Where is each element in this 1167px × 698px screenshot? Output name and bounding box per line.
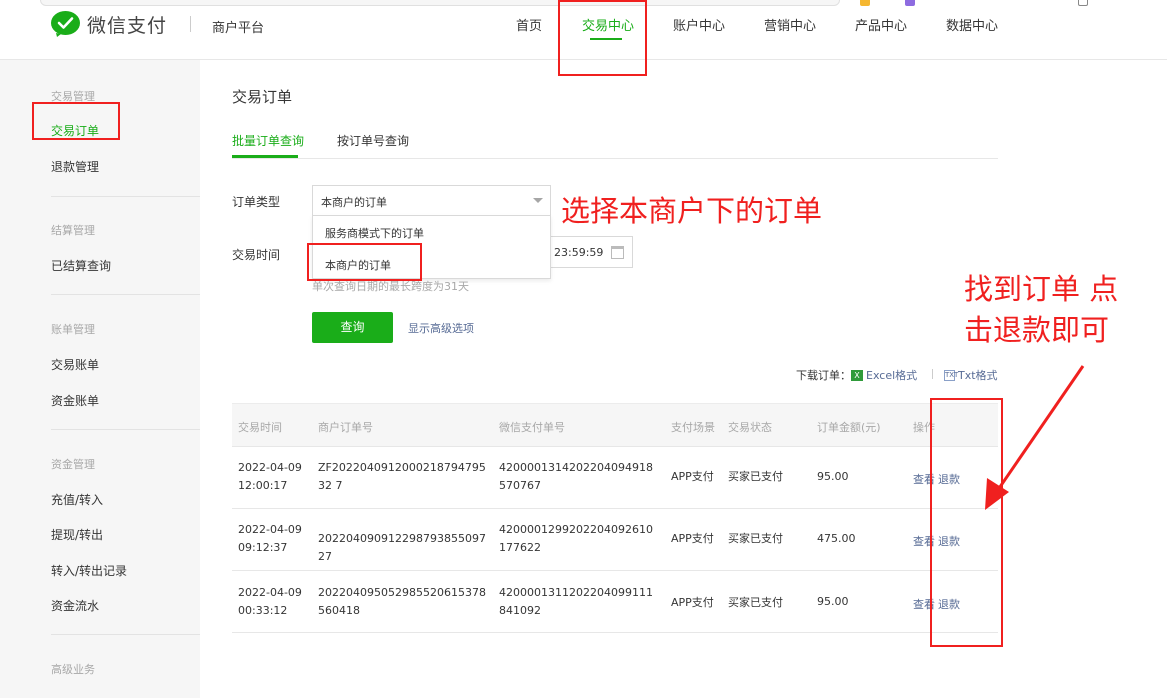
sidebar-divider <box>51 634 200 635</box>
tab-batch-query[interactable]: 批量订单查询 <box>232 132 304 149</box>
sidebar-item-recharge[interactable]: 充值/转入 <box>51 491 103 508</box>
cell-trade-time: 2022-04-09 00:33:12 <box>238 586 302 617</box>
order-type-label: 订单类型 <box>232 195 281 209</box>
order-type-value: 本商户的订单 <box>321 196 387 209</box>
cell-wechat-pay-no: 4200001311202204099111841092 <box>499 586 653 617</box>
sidebar-group-title: 资金管理 <box>51 458 95 471</box>
cell-status: 买家已支付 <box>728 532 783 545</box>
logo-text: 微信支付 <box>87 14 168 37</box>
excel-icon: X <box>851 369 863 381</box>
query-button[interactable]: 查询 <box>312 312 393 343</box>
nav-product-center[interactable]: 产品中心 <box>855 15 907 34</box>
annotation-refund-line2: 击退款即可 <box>964 313 1110 347</box>
txt-icon: TXT <box>944 369 959 381</box>
caret-down-icon <box>533 198 543 203</box>
cell-merchant-order-no: 20220409091229879385509727 <box>318 532 486 563</box>
column-header: 订单金额(元) <box>817 421 881 434</box>
column-header: 支付场景 <box>671 421 715 434</box>
highlight-box-trade-orders <box>32 102 120 140</box>
cell-wechat-pay-no: 4200001299202204092610177622 <box>499 523 653 554</box>
cell-amount: 475.00 <box>817 532 856 545</box>
nav-data-center[interactable]: 数据中心 <box>946 15 998 34</box>
advanced-options-link[interactable]: 显示高级选项 <box>408 320 474 336</box>
cell-merchant-order-no: 202204095052985520615378560418 <box>318 586 486 617</box>
nav-account-center[interactable]: 账户中心 <box>673 15 725 34</box>
end-time-value: 23:59:59 <box>554 246 604 259</box>
sidebar-item-withdraw[interactable]: 提现/转出 <box>51 526 103 543</box>
trade-time-label: 交易时间 <box>232 248 281 262</box>
cell-trade-time: 2022-04-09 09:12:37 <box>238 523 302 554</box>
sidebar-divider <box>51 429 200 430</box>
sidebar-group-title: 结算管理 <box>51 224 95 237</box>
sidebar-divider <box>51 196 200 197</box>
calendar-icon[interactable] <box>611 246 624 259</box>
sidebar-item-transfer-records[interactable]: 转入/转出记录 <box>51 562 127 579</box>
order-type-select[interactable]: 本商户的订单 <box>312 185 551 216</box>
annotation-arrow-icon <box>985 365 1085 510</box>
platform-name: 商户平台 <box>212 21 265 36</box>
cell-scene: APP支付 <box>671 596 714 609</box>
download-excel-text: Excel格式 <box>866 369 918 382</box>
download-label: 下载订单： <box>796 369 851 382</box>
cell-merchant-order-no: ZF202204091200021879479532 7 <box>318 461 486 492</box>
option-service-provider-orders[interactable]: 服务商模式下的订单 <box>325 225 424 241</box>
cell-amount: 95.00 <box>817 595 849 608</box>
annotation-select-orders: 选择本商户下的订单 <box>561 194 823 228</box>
cell-status: 买家已支付 <box>728 470 783 483</box>
table-row: 2022-04-09 00:33:12 20220409505298552061… <box>232 571 998 633</box>
tab-query-by-order-no[interactable]: 按订单号查询 <box>337 132 409 149</box>
column-header: 商户订单号 <box>318 421 373 434</box>
wechat-pay-logo[interactable]: 微信支付 <box>50 10 167 38</box>
cell-status: 买家已支付 <box>728 596 783 609</box>
end-time-input[interactable]: 23:59:59 <box>548 236 633 268</box>
sidebar-item-fund-flow[interactable]: 资金流水 <box>51 597 99 614</box>
highlight-box-trade-center <box>558 0 647 76</box>
tab-divider <box>232 158 998 159</box>
sidebar-group-title: 账单管理 <box>51 323 95 336</box>
table-row: 2022-04-09 09:12:37 20220409091229879385… <box>232 509 998 571</box>
cell-wechat-pay-no: 4200001314202204094918570767 <box>499 461 653 492</box>
cell-amount: 95.00 <box>817 470 849 483</box>
wechat-pay-logo-icon <box>51 11 80 37</box>
cell-scene: APP支付 <box>671 470 714 483</box>
download-divider <box>932 369 933 379</box>
cell-scene: APP支付 <box>671 532 714 545</box>
table-header: 交易时间 商户订单号 微信支付单号 支付场景 交易状态 订单金额(元) 操作 <box>232 403 998 447</box>
sidebar: 交易管理 交易订单 退款管理 结算管理 已结算查询 账单管理 交易账单 资金账单… <box>0 60 200 698</box>
logo-divider <box>190 16 191 32</box>
highlight-box-merchant-orders <box>307 243 422 281</box>
sidebar-item-fund-bill[interactable]: 资金账单 <box>51 392 99 409</box>
sidebar-divider <box>51 294 200 295</box>
sidebar-item-refunds[interactable]: 退款管理 <box>51 158 99 175</box>
download-excel-link[interactable]: X Excel格式 <box>851 367 917 383</box>
page-title: 交易订单 <box>232 88 293 106</box>
sidebar-item-trade-bill[interactable]: 交易账单 <box>51 356 99 373</box>
table-row: 2022-04-09 12:00:17 ZF202204091200021879… <box>232 447 998 509</box>
sidebar-group-title: 高级业务 <box>51 663 95 676</box>
column-header: 交易状态 <box>728 421 772 434</box>
cell-trade-time: 2022-04-09 12:00:17 <box>238 461 302 492</box>
column-header: 交易时间 <box>238 421 282 434</box>
nav-home[interactable]: 首页 <box>516 15 542 34</box>
nav-marketing-center[interactable]: 营销中心 <box>764 15 816 34</box>
annotation-refund-line1: 找到订单 点 <box>964 272 1119 306</box>
column-header: 微信支付单号 <box>499 421 565 434</box>
sidebar-item-settlement-query[interactable]: 已结算查询 <box>51 257 111 274</box>
